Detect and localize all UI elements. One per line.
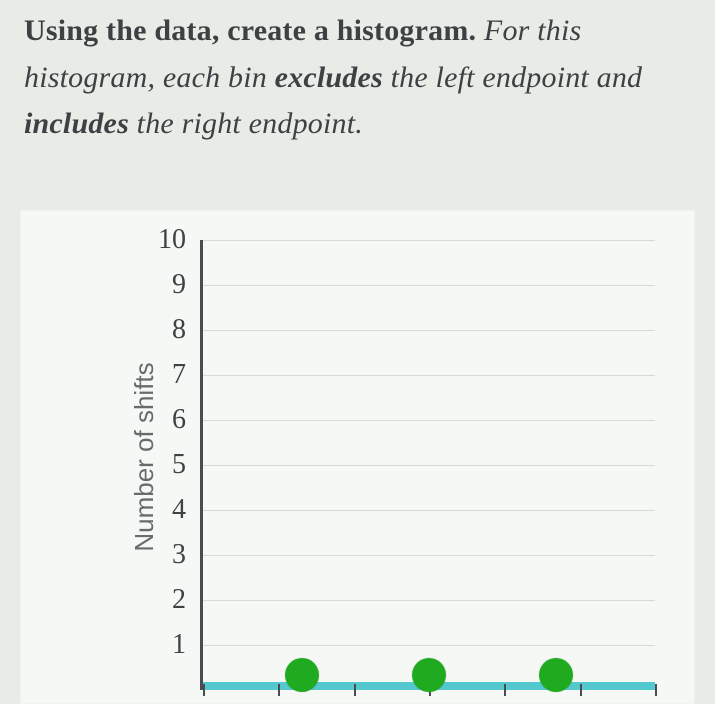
y-tick-label: 8 (136, 314, 186, 346)
gridline (203, 330, 655, 331)
gridline (203, 555, 655, 556)
y-tick-label: 9 (136, 269, 186, 301)
bar-handle-1[interactable] (285, 658, 319, 692)
instruction-includes: includes (24, 107, 129, 140)
instruction-text: Using the data, create a histogram. For … (24, 8, 691, 148)
x-tick (203, 684, 205, 696)
chart-card: Number of shifts 12345678910 (20, 210, 695, 704)
y-tick-label: 7 (136, 359, 186, 391)
y-tick-label: 4 (136, 494, 186, 526)
gridlines (203, 240, 655, 690)
gridline (203, 600, 655, 601)
x-tick (655, 684, 657, 696)
instruction-part2: the left endpoint and (383, 61, 642, 94)
plot-area: 12345678910 (200, 240, 655, 690)
y-tick-label: 2 (136, 584, 186, 616)
y-tick-label: 1 (136, 629, 186, 661)
gridline (203, 420, 655, 421)
gridline (203, 645, 655, 646)
gridline (203, 465, 655, 466)
y-tick-label: 3 (136, 539, 186, 571)
instruction-excludes: excludes (275, 61, 383, 94)
gridline (203, 375, 655, 376)
gridline (203, 510, 655, 511)
x-tick (278, 684, 280, 696)
instruction-part3: the right endpoint. (129, 107, 363, 140)
x-tick (504, 684, 506, 696)
gridline (203, 285, 655, 286)
bar-handle-3[interactable] (539, 658, 573, 692)
y-tick-label: 6 (136, 404, 186, 436)
x-tick (354, 684, 356, 696)
instruction-lead: Using the data, create a histogram. (24, 14, 476, 47)
bar-handle-2[interactable] (412, 658, 446, 692)
y-tick-label: 5 (136, 449, 186, 481)
y-tick-label: 10 (136, 224, 186, 256)
gridline (203, 240, 655, 241)
x-tick (580, 684, 582, 696)
